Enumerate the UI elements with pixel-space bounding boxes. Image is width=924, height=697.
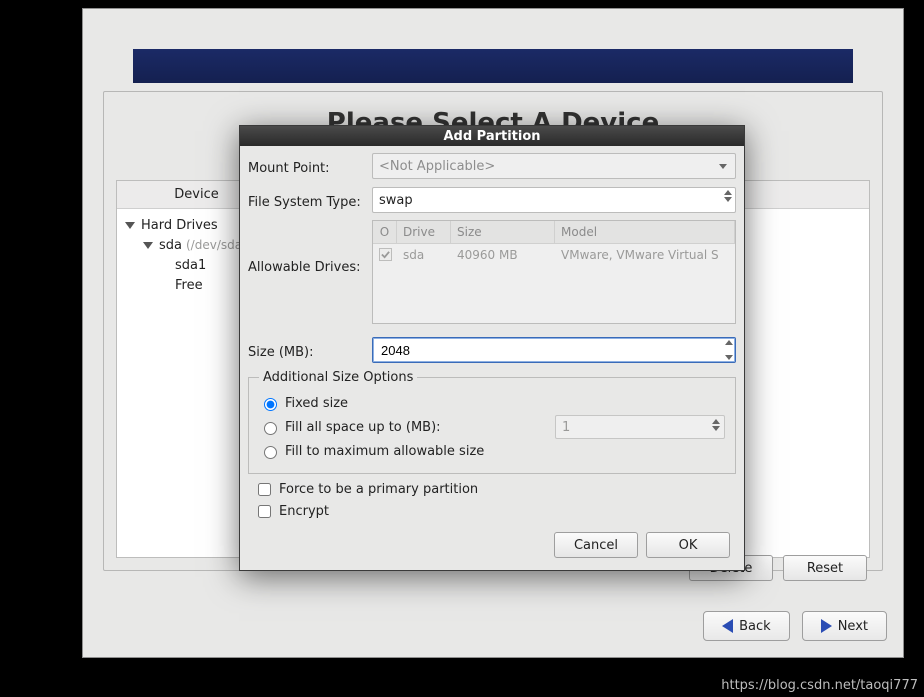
radio-fillup-row[interactable]: Fill all space up to (MB): 1 <box>259 415 725 439</box>
tree-label: sda <box>159 238 182 253</box>
allowable-drives-list[interactable]: O Drive Size Model sda <box>372 220 736 324</box>
ok-button[interactable]: OK <box>646 532 730 558</box>
triangle-down-icon <box>125 222 135 229</box>
next-label: Next <box>838 619 868 634</box>
fs-type-value: swap <box>379 193 413 208</box>
wizard-nav: Back Next <box>703 611 887 641</box>
drive-row-size: 40960 MB <box>451 244 555 266</box>
mount-point-combo: <Not Applicable> <box>372 153 736 179</box>
check-force-primary-label: Force to be a primary partition <box>279 482 478 497</box>
arrow-left-icon <box>722 619 733 633</box>
drive-col-drive: Drive <box>397 221 451 243</box>
arrow-right-icon <box>821 619 832 633</box>
size-input[interactable] <box>379 342 713 359</box>
tree-label: Hard Drives <box>141 218 218 233</box>
fillup-spinbox: 1 <box>555 415 725 439</box>
fs-type-combo[interactable]: swap <box>372 187 736 213</box>
drive-row-name: sda <box>397 244 451 266</box>
spin-buttons[interactable] <box>725 340 733 360</box>
radio-fixed-label: Fixed size <box>285 396 348 411</box>
spinner-icon[interactable] <box>724 190 732 202</box>
check-force-primary[interactable] <box>258 483 271 496</box>
label-size: Size (MB): <box>248 341 372 360</box>
radio-fixed[interactable] <box>264 398 277 411</box>
spinner-icon <box>712 419 720 431</box>
tree-label: sda1 <box>175 258 206 273</box>
radio-fillmax[interactable] <box>264 446 277 459</box>
mount-point-value: <Not Applicable> <box>379 159 495 174</box>
check-encrypt-label: Encrypt <box>279 504 329 519</box>
chevron-down-icon <box>715 158 731 174</box>
spin-up-icon[interactable] <box>725 340 733 345</box>
next-button[interactable]: Next <box>802 611 887 641</box>
label-fs-type: File System Type: <box>248 191 372 210</box>
radio-fillup-label: Fill all space up to (MB): <box>285 420 441 435</box>
label-mount-point: Mount Point: <box>248 157 372 176</box>
additional-legend: Additional Size Options <box>259 370 417 385</box>
radio-fixed-row[interactable]: Fixed size <box>259 395 725 411</box>
row-mount-point: Mount Point: <Not Applicable> <box>248 152 736 180</box>
size-spinbox[interactable] <box>372 337 736 363</box>
drive-col-size: Size <box>451 221 555 243</box>
dialog-buttons: Cancel OK <box>248 524 736 568</box>
top-banner <box>133 49 853 83</box>
tree-label: Free <box>175 278 203 293</box>
radio-fillup[interactable] <box>264 422 277 435</box>
cancel-button[interactable]: Cancel <box>554 532 638 558</box>
row-allowable-drives: Allowable Drives: O Drive Size Model <box>248 220 736 330</box>
row-size: Size (MB): <box>248 336 736 364</box>
dialog-body: Mount Point: <Not Applicable> File Syste… <box>240 146 744 570</box>
add-partition-dialog: Add Partition Mount Point: <Not Applicab… <box>239 125 745 571</box>
back-label: Back <box>739 619 771 634</box>
back-button[interactable]: Back <box>703 611 790 641</box>
row-fs-type: File System Type: swap <box>248 186 736 214</box>
reset-button[interactable]: Reset <box>783 555 867 581</box>
drive-check-icon <box>379 248 392 261</box>
dialog-title: Add Partition <box>240 126 744 146</box>
screen: Please Select A Device Device Hard Drive… <box>0 0 924 697</box>
additional-size-options: Additional Size Options Fixed size Fill … <box>248 370 736 474</box>
check-encrypt-row[interactable]: Encrypt <box>254 502 736 521</box>
tree-label-path: (/dev/sda) <box>186 238 247 252</box>
spin-down-icon[interactable] <box>725 355 733 360</box>
radio-fillmax-label: Fill to maximum allowable size <box>285 444 484 459</box>
radio-fillmax-row[interactable]: Fill to maximum allowable size <box>259 443 725 459</box>
drive-row[interactable]: sda 40960 MB VMware, VMware Virtual S <box>373 244 735 266</box>
check-encrypt[interactable] <box>258 505 271 518</box>
drive-row-model: VMware, VMware Virtual S <box>555 244 735 266</box>
drive-col-check: O <box>373 221 397 243</box>
drive-col-model: Model <box>555 221 735 243</box>
label-allowable: Allowable Drives: <box>248 220 372 275</box>
triangle-down-icon <box>143 242 153 249</box>
fillup-value: 1 <box>562 420 570 435</box>
drive-header: O Drive Size Model <box>373 221 735 244</box>
watermark: https://blog.csdn.net/taoqi777 <box>721 678 918 693</box>
check-force-primary-row[interactable]: Force to be a primary partition <box>254 480 736 499</box>
